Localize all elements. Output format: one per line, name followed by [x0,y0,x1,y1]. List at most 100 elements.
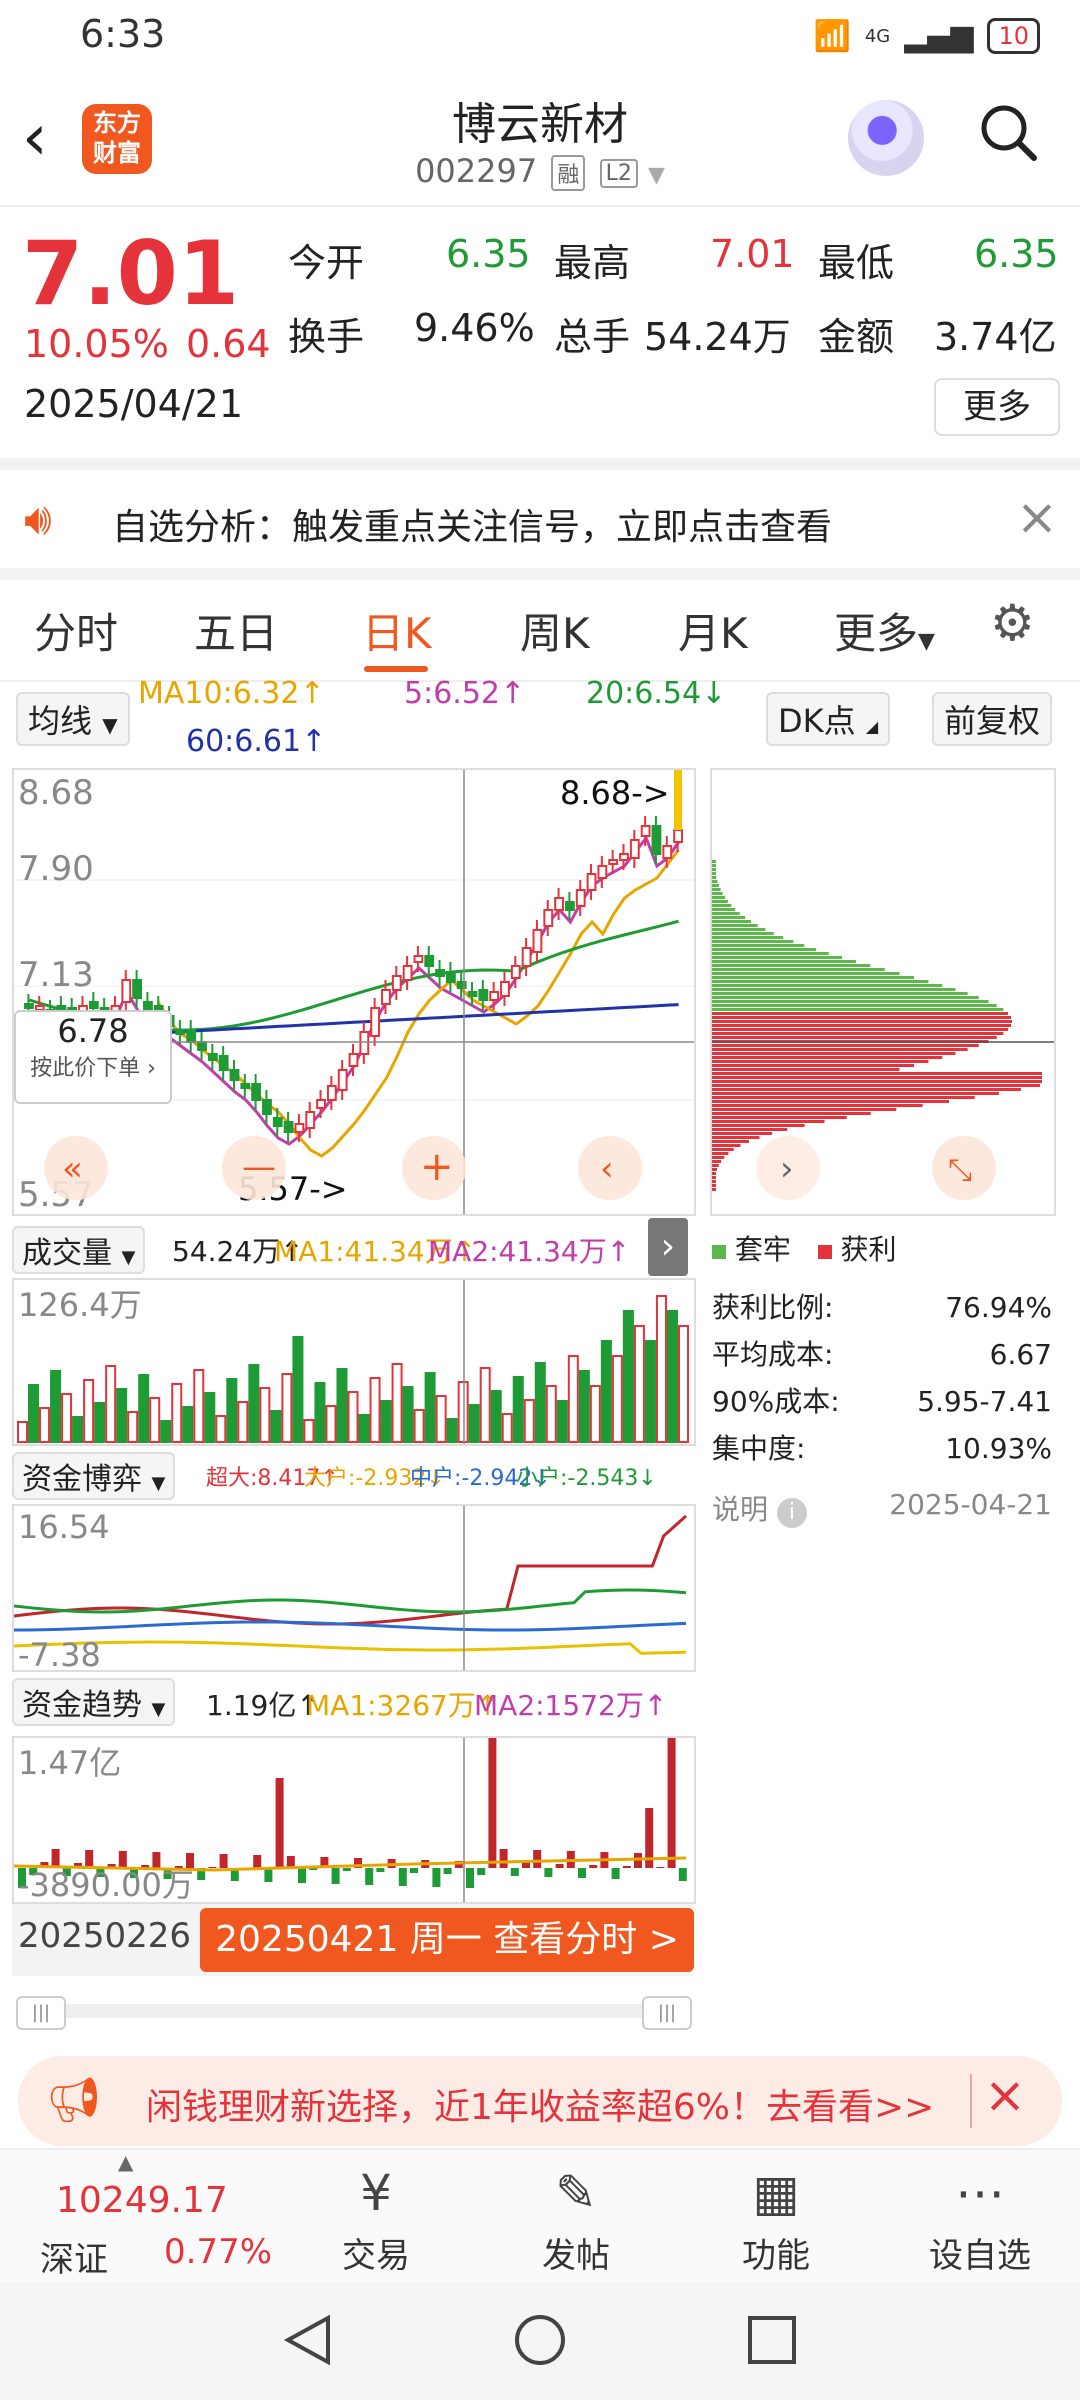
assistant-avatar[interactable] [848,100,924,176]
volume-bar [204,1392,216,1443]
candle-body [251,1083,262,1101]
cursor-price-box[interactable]: 6.78 按此价下单 › [14,1010,172,1104]
close-icon[interactable]: × [1016,488,1058,546]
range-handle-left[interactable]: ||| [16,1996,66,2030]
view-intraday-button[interactable]: 20250421 周一 查看分时 > [200,1908,694,1972]
nav-home-icon[interactable] [512,2312,568,2368]
candle-body [186,1029,197,1043]
index-value[interactable]: 10249.17 [56,2180,228,2221]
tab-more[interactable]: 更多▼ [834,600,935,661]
chip-note-row[interactable]: 说明 i 2025-04-21 [712,1488,1052,1528]
trend-ma1: MA1:3267万↑ [306,1689,500,1722]
more-quote-button[interactable]: 更多 [934,378,1060,436]
more-circle-icon: ⋯ [955,2164,1005,2222]
tab-weekly-k[interactable]: 周K [520,600,590,661]
expand-panel-icon[interactable]: › [648,1218,688,1276]
kline-chart[interactable]: 8.68 7.90 7.13 5.57 8.68-> 5.57-> « — + … [12,768,696,1216]
volume-bar [72,1416,84,1443]
promo-text[interactable]: 闲钱理财新选择，近1年收益率超6%！去看看>> [146,2078,934,2130]
chip-bar [712,948,817,951]
tab-intraday[interactable]: 分时 [34,600,118,661]
tab-daily-k[interactable]: 日K [362,600,432,661]
status-bar: 6:33 📶 4G ▂▄▆ 10 [0,0,1080,70]
ma-selector[interactable]: 均线 ▼ [16,692,130,746]
chip-distribution-chart[interactable]: › ⤡ [710,768,1056,1216]
candle-body [197,1041,207,1051]
search-icon[interactable] [978,102,1038,162]
fund-y-top: 16.54 [18,1508,110,1546]
chevron-down-icon: ▼ [121,1247,136,1268]
quote-date: 2025/04/21 [24,382,244,426]
candle-body [629,839,640,859]
chevron-right-icon: › [780,1149,794,1189]
trend-bar [253,1855,262,1868]
volume-ma2: MA2:41.34万↑ [428,1235,631,1268]
trend-bar [622,1866,631,1868]
loss-legend-swatch [712,1245,726,1259]
candle-body [370,1007,381,1037]
dropdown-icon: ▼ [648,163,665,188]
ma-selector-label: 均线 [28,702,93,740]
trend-selector[interactable]: 资金趋势 ▼ [12,1678,176,1726]
trade-label: 交易 [342,2236,410,2276]
notice-text[interactable]: 自选分析：触发重点关注信号，立即点击查看 [112,498,832,550]
fund-selector[interactable]: 资金博弈 ▼ [12,1452,176,1500]
chip-bar [712,1076,1042,1079]
settings-gear-icon[interactable]: ⚙ [990,594,1035,652]
chip-stat-row: 90%成本: 5.95-7.41 [712,1378,1052,1425]
trend-bar [298,1868,306,1883]
trend-y-bottom: -3890.00万 [18,1866,194,1904]
chip-bar [712,904,732,907]
promo-banner[interactable]: 📢︎ 闲钱理财新选择，近1年收益率超6%！去看看>> × [18,2056,1062,2146]
trend-bar [365,1868,374,1885]
loss-legend-label: 套牢 [734,1233,791,1266]
index-name[interactable]: 深证 [40,2232,108,2281]
index-percent[interactable]: 0.77% [164,2232,272,2272]
limit-bar [674,770,682,830]
fund-mid-line [14,1620,687,1632]
volume-bar [512,1376,524,1443]
avg-cost-value: 6.67 [989,1338,1052,1371]
chip-bar [712,968,885,971]
range-slider-track[interactable] [16,2004,686,2018]
dk-point-button[interactable]: DK点 ◢ [766,692,891,746]
chip-bar [712,1104,923,1107]
trend-bar [466,1868,474,1888]
functions-button[interactable]: ▦ 功能 [696,2158,856,2277]
trend-bar [208,1867,217,1868]
post-button[interactable]: ✎ 发帖 [496,2158,656,2277]
analysis-notice[interactable]: 🔊︎ 自选分析：触发重点关注信号，立即点击查看 × [0,458,1080,574]
high-value: 7.01 [710,232,795,276]
candle-body [435,969,445,977]
trend-bar [589,1865,598,1868]
tab-monthly-k[interactable]: 月K [678,600,748,661]
volume-value: 54.24万 [644,315,791,359]
nav-back-icon[interactable] [280,2312,336,2368]
open-value: 6.35 [446,232,531,276]
adjust-mode-button[interactable]: 前复权 [932,692,1053,746]
close-icon[interactable]: × [984,2066,1026,2124]
nav-recents-icon[interactable] [744,2312,800,2368]
volume-bar [237,1401,249,1443]
chip-bar [712,1124,805,1127]
add-watchlist-label: 设自选 [929,2236,1031,2276]
range-handle-right[interactable]: ||| [642,1996,692,2030]
profit-ratio-label: 获利比例: [712,1291,834,1324]
volume-label: 总手 [554,315,631,359]
chip-bar [712,1012,1009,1015]
volume-selector[interactable]: 成交量 ▼ [12,1226,146,1274]
plus-icon: + [420,1144,454,1190]
tab-five-day[interactable]: 五日 [194,600,278,661]
candle-body [575,889,586,907]
chip-bar [712,944,805,947]
candle-body [359,1031,370,1055]
trend-bar [477,1868,486,1875]
add-watchlist-button[interactable]: ⋯ 设自选 [900,2158,1060,2277]
candle-body [229,1069,240,1081]
trade-button[interactable]: ¥ 交易 [296,2158,456,2277]
volume-bar [391,1363,403,1443]
volume-chart: 126.4万 [12,1278,696,1446]
volume-bar [369,1377,381,1443]
candle-body [478,989,489,1001]
chip-bar [712,1168,718,1171]
